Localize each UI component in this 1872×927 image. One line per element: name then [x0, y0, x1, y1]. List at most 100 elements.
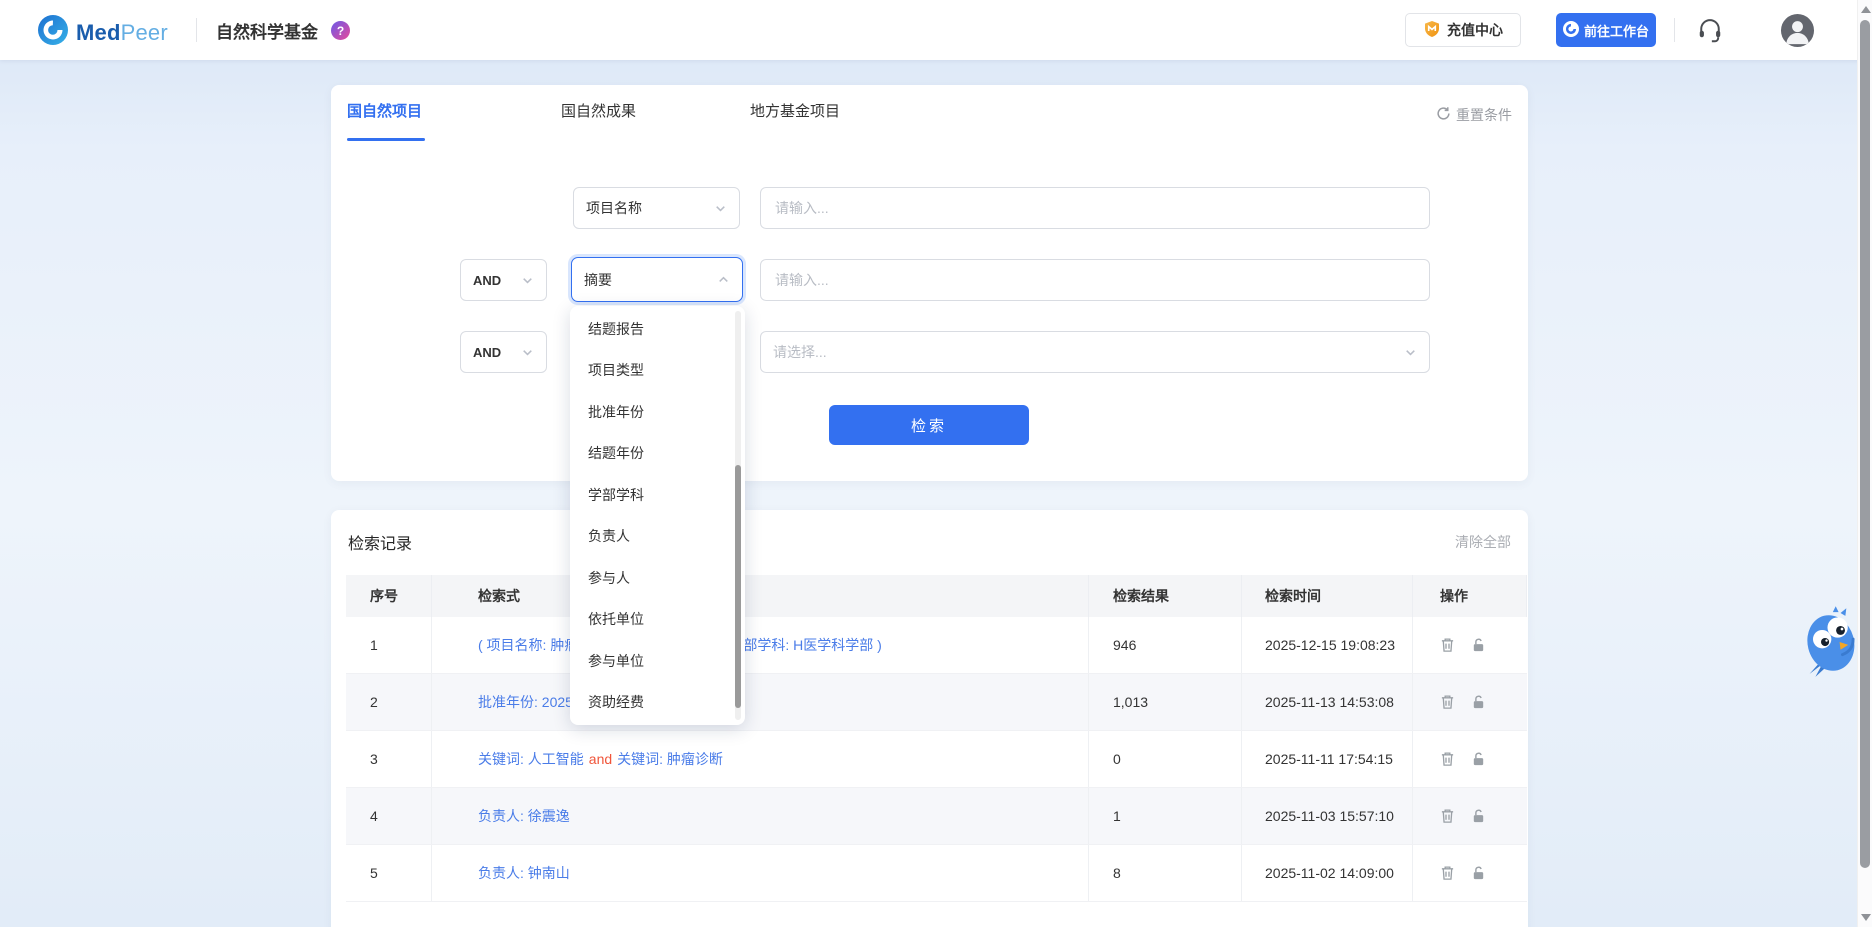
dropdown-option[interactable]: 项目类型: [570, 350, 745, 392]
keyword-input-row1[interactable]: [760, 187, 1430, 229]
search-time: 2025-11-02 14:09:00: [1242, 845, 1413, 901]
page-scrollbar: [1857, 0, 1872, 927]
mascot-bird[interactable]: [1798, 606, 1856, 680]
field-select-row2-open[interactable]: 摘要: [571, 257, 743, 302]
search-time: 2025-11-03 15:57:10: [1242, 788, 1413, 844]
records-title: 检索记录: [348, 530, 412, 554]
medpeer-logo[interactable]: MedPeer: [38, 15, 168, 50]
row-index: 2: [346, 674, 432, 730]
operator-and-text: and: [589, 751, 612, 767]
row-index: 3: [346, 731, 432, 787]
delete-icon[interactable]: [1440, 694, 1455, 710]
lock-icon[interactable]: [1471, 808, 1486, 824]
active-tab-indicator: [347, 138, 425, 141]
operator-select-row2[interactable]: AND: [460, 259, 547, 301]
delete-icon[interactable]: [1440, 808, 1455, 824]
value-select-row3[interactable]: 请选择...: [760, 331, 1430, 373]
lock-icon[interactable]: [1471, 865, 1486, 881]
reset-conditions-button[interactable]: 重置条件: [1436, 105, 1512, 125]
query-link[interactable]: 关键词: 肿瘤诊断: [617, 749, 723, 769]
keyword-input-row2[interactable]: [760, 259, 1430, 301]
query-cell: 负责人: 徐震逸: [432, 788, 1089, 844]
dropdown-option[interactable]: 结题报告: [570, 308, 745, 350]
app-viewport: MedPeer 自然科学基金 ? 充值中心: [0, 0, 1872, 927]
query-link[interactable]: 负责人: 徐震逸: [478, 806, 570, 826]
col-header-results: 检索结果: [1089, 575, 1242, 617]
delete-icon[interactable]: [1440, 751, 1455, 767]
table-row: 5 负责人: 钟南山 8 2025-11-02 14:09:00: [346, 845, 1527, 902]
actions-cell: [1413, 788, 1527, 844]
medpeer-logo-icon: [38, 15, 68, 50]
help-icon[interactable]: ?: [331, 21, 350, 40]
col-header-no: 序号: [346, 575, 432, 617]
actions-cell: [1413, 731, 1527, 787]
field-select-value: 项目名称: [586, 198, 642, 218]
search-records-panel: 检索记录 清除全部 序号 检索式 检索结果 检索时间 操作 1 ( 项目名称: …: [331, 510, 1528, 927]
scrollbar-thumb[interactable]: [1860, 20, 1870, 868]
actions-cell: [1413, 674, 1527, 730]
operator-value: AND: [473, 345, 501, 360]
result-count: 1,013: [1089, 674, 1242, 730]
records-table: 序号 检索式 检索结果 检索时间 操作 1 ( 项目名称: 肿瘤 部学科: H医…: [346, 575, 1527, 902]
lock-icon[interactable]: [1471, 694, 1486, 710]
table-row: 1 ( 项目名称: 肿瘤 部学科: H医学科学部 ) 946 2025-12-1…: [346, 617, 1527, 674]
workspace-label: 前往工作台: [1584, 21, 1649, 40]
query-link[interactable]: 负责人: 钟南山: [478, 863, 570, 883]
operator-value: AND: [473, 273, 501, 288]
field-select-row1[interactable]: 项目名称: [573, 187, 740, 229]
dropdown-option[interactable]: 资助经费: [570, 682, 745, 724]
actions-cell: [1413, 845, 1527, 901]
query-link[interactable]: ( 项目名称: 肿瘤: [478, 635, 578, 655]
chevron-down-icon: [714, 202, 727, 215]
table-row: 3 关键词: 人工智能 and 关键词: 肿瘤诊断 0 2025-11-11 1…: [346, 731, 1527, 788]
dropdown-option[interactable]: 学部学科: [570, 474, 745, 516]
dropdown-option[interactable]: 参与单位: [570, 640, 745, 682]
customer-service-icon[interactable]: [1696, 16, 1724, 44]
search-time: 2025-11-11 17:54:15: [1242, 731, 1413, 787]
operator-select-row3[interactable]: AND: [460, 331, 547, 373]
search-time: 2025-12-15 19:08:23: [1242, 617, 1413, 673]
chevron-down-icon: [521, 346, 534, 359]
page-title: 自然科学基金: [216, 0, 318, 60]
table-header-row: 序号 检索式 检索结果 检索时间 操作: [346, 575, 1527, 617]
search-button[interactable]: 检索: [829, 405, 1029, 445]
dropdown-option[interactable]: 依托单位: [570, 599, 745, 641]
clear-all-button[interactable]: 清除全部: [1455, 532, 1511, 552]
chevron-up-icon: [717, 273, 730, 286]
dropdown-option[interactable]: 参与人: [570, 557, 745, 599]
workspace-button[interactable]: 前往工作台: [1556, 13, 1656, 47]
lock-icon[interactable]: [1471, 637, 1486, 653]
medpeer-mini-icon: [1563, 21, 1579, 40]
header-divider: [1674, 18, 1675, 42]
result-count: 946: [1089, 617, 1242, 673]
tab-local-funds[interactable]: 地方基金项目: [750, 100, 840, 121]
tab-nsfc-results[interactable]: 国自然成果: [561, 100, 636, 121]
query-cell: 关键词: 人工智能 and 关键词: 肿瘤诊断: [432, 731, 1089, 787]
query-link[interactable]: 部学科: H医学科学部 ): [743, 635, 881, 655]
tab-nsfc-projects[interactable]: 国自然项目: [347, 100, 422, 121]
lock-icon[interactable]: [1471, 751, 1486, 767]
query-link[interactable]: 批准年份: 2025: [478, 692, 573, 712]
delete-icon[interactable]: [1440, 637, 1455, 653]
chevron-down-icon: [521, 274, 534, 287]
user-avatar[interactable]: [1780, 13, 1815, 48]
field-dropdown-menu: 结题报告 项目类型 批准年份 结题年份 学部学科 负责人 参与人 依托单位 参与…: [570, 306, 745, 725]
table-row: 4 负责人: 徐震逸 1 2025-11-03 15:57:10: [346, 788, 1527, 845]
col-header-time: 检索时间: [1242, 575, 1413, 617]
refresh-icon: [1436, 106, 1451, 124]
dropdown-option[interactable]: 负责人: [570, 516, 745, 558]
query-link[interactable]: 关键词: 人工智能: [478, 749, 584, 769]
dropdown-scrollbar-thumb[interactable]: [735, 465, 741, 708]
result-count: 1: [1089, 788, 1242, 844]
recharge-button[interactable]: 充值中心: [1405, 13, 1521, 47]
col-header-actions: 操作: [1413, 575, 1527, 617]
scroll-down-arrow[interactable]: [1861, 914, 1871, 921]
dropdown-option[interactable]: 批准年份: [570, 391, 745, 433]
row-index: 4: [346, 788, 432, 844]
shield-coin-icon: [1423, 20, 1441, 41]
delete-icon[interactable]: [1440, 865, 1455, 881]
scroll-up-arrow[interactable]: [1861, 6, 1871, 13]
row-index: 5: [346, 845, 432, 901]
dropdown-option[interactable]: 结题年份: [570, 433, 745, 475]
query-cell: ( 项目名称: 肿瘤 部学科: H医学科学部 ): [432, 617, 1089, 673]
